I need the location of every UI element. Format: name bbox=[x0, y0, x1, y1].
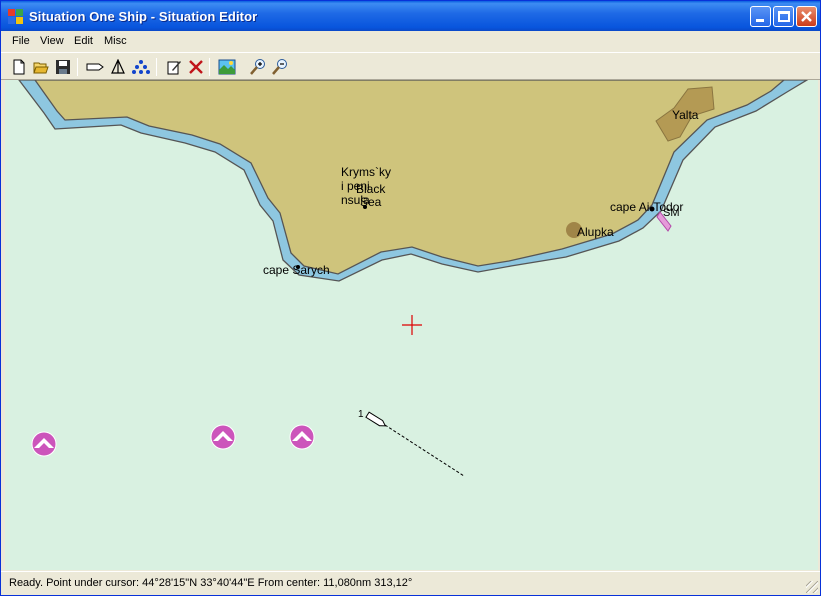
title-bar[interactable]: Situation One Ship - Situation Editor bbox=[1, 1, 820, 31]
ship-button[interactable] bbox=[107, 57, 128, 77]
sounding-button[interactable] bbox=[130, 57, 151, 77]
route-button[interactable] bbox=[84, 57, 105, 77]
app-icon bbox=[8, 9, 24, 25]
zoom-in-icon bbox=[249, 59, 265, 75]
ship-icon bbox=[110, 59, 125, 74]
menu-file[interactable]: File bbox=[12, 35, 30, 47]
delete-icon bbox=[188, 60, 203, 74]
chart-icon bbox=[218, 59, 235, 75]
zoom-out-button[interactable] bbox=[269, 57, 290, 77]
minimize-icon bbox=[756, 19, 764, 22]
target-marker[interactable] bbox=[289, 424, 315, 450]
resize-grip-icon[interactable] bbox=[806, 581, 818, 593]
save-button[interactable] bbox=[52, 57, 73, 77]
sea-line-1: Black bbox=[356, 182, 386, 196]
zoom-out-icon bbox=[271, 59, 287, 75]
maximize-button[interactable] bbox=[773, 6, 794, 27]
ship-course-line bbox=[384, 424, 465, 477]
cursor-crosshair bbox=[402, 315, 422, 335]
beacon-label: SM bbox=[663, 207, 680, 219]
minimize-button[interactable] bbox=[750, 6, 771, 27]
new-button[interactable] bbox=[8, 57, 29, 77]
status-bar: Ready. Point under cursor: 44°28'15"N 33… bbox=[1, 571, 820, 595]
menu-edit[interactable]: Edit bbox=[74, 35, 93, 47]
target-marker[interactable] bbox=[31, 431, 57, 457]
nautical-chart[interactable]: Kryms`ky i peni nsula Black Sea Yalta ca… bbox=[5, 80, 818, 570]
menu-bar: File View Edit Misc bbox=[1, 31, 820, 51]
cape-ai-todor-point bbox=[649, 206, 655, 212]
alupka-label: Alupka bbox=[577, 225, 614, 239]
window-title: Situation One Ship - Situation Editor bbox=[29, 9, 258, 24]
zoom-in-button[interactable] bbox=[247, 57, 268, 77]
save-icon bbox=[55, 60, 70, 74]
close-icon bbox=[801, 11, 812, 22]
edit-icon bbox=[167, 61, 181, 75]
cape-sarych-point bbox=[296, 265, 300, 269]
target-marker[interactable] bbox=[210, 424, 236, 450]
sounding-icon bbox=[131, 60, 150, 74]
close-button[interactable] bbox=[796, 6, 817, 27]
ship-number-label: 1 bbox=[358, 409, 364, 420]
own-ship-icon[interactable] bbox=[365, 411, 387, 428]
map-canvas[interactable]: Kryms`ky i peni nsula Black Sea Yalta ca… bbox=[5, 80, 818, 570]
edit-button[interactable] bbox=[163, 57, 184, 77]
status-text: Ready. Point under cursor: 44°28'15"N 33… bbox=[9, 577, 413, 589]
new-icon bbox=[13, 59, 24, 75]
peninsula-line-1: Kryms`ky bbox=[341, 165, 391, 179]
route-icon bbox=[86, 63, 104, 71]
delete-button[interactable] bbox=[185, 57, 206, 77]
toolbar bbox=[1, 52, 820, 80]
menu-misc[interactable]: Misc bbox=[104, 35, 127, 47]
app-window: Situation One Ship - Situation Editor Fi… bbox=[0, 0, 821, 596]
maximize-icon bbox=[778, 11, 790, 22]
chart-button[interactable] bbox=[216, 57, 237, 77]
yalta-label: Yalta bbox=[672, 108, 699, 122]
menu-view[interactable]: View bbox=[40, 35, 64, 47]
sea-point bbox=[363, 205, 367, 209]
open-icon bbox=[32, 62, 49, 74]
cape-sarych-label: cape Sarych bbox=[263, 263, 330, 277]
open-button[interactable] bbox=[30, 57, 51, 77]
